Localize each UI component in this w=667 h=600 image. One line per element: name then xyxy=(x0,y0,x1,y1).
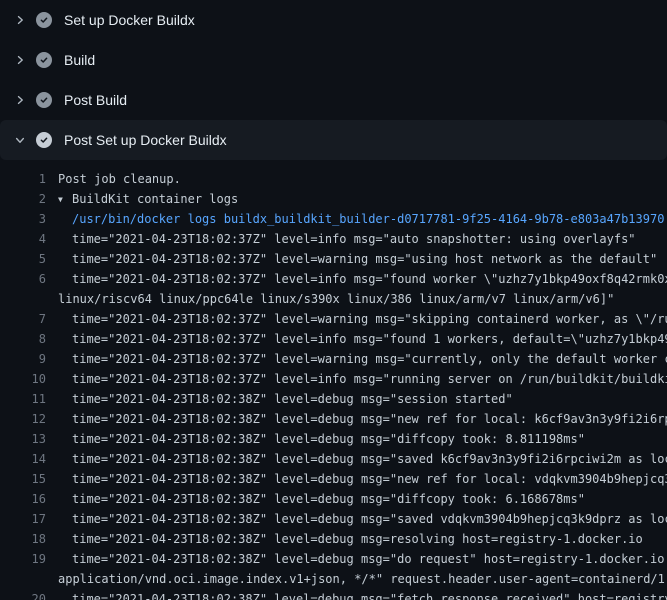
step-label: Set up Docker Buildx xyxy=(64,12,195,28)
step-row-post-build[interactable]: Post Build xyxy=(0,80,667,120)
check-circle-icon xyxy=(36,132,52,148)
log-line: 15 time="2021-04-23T18:02:38Z" level=deb… xyxy=(0,469,667,489)
chevron-right-icon[interactable] xyxy=(12,52,28,68)
step-row-post-set-up-docker-buildx[interactable]: Post Set up Docker Buildx xyxy=(0,120,667,160)
log-line-number[interactable]: 18 xyxy=(0,532,46,546)
log-line-text: time="2021-04-23T18:02:38Z" level=debug … xyxy=(72,412,667,426)
log-line-number[interactable]: 20 xyxy=(0,592,46,600)
log-line-text: /usr/bin/docker logs buildx_buildkit_bui… xyxy=(72,212,664,226)
steps-list: Set up Docker Buildx Build Post Build xyxy=(0,0,667,160)
chevron-right-icon[interactable] xyxy=(12,92,28,108)
log-line-text: time="2021-04-23T18:02:38Z" level=debug … xyxy=(72,512,667,526)
log-line: 13 time="2021-04-23T18:02:38Z" level=deb… xyxy=(0,429,667,449)
log-line-text: time="2021-04-23T18:02:38Z" level=debug … xyxy=(72,392,513,406)
log-line: 7 time="2021-04-23T18:02:37Z" level=warn… xyxy=(0,309,667,329)
log-line: 12 time="2021-04-23T18:02:38Z" level=deb… xyxy=(0,409,667,429)
log-line: application/vnd.oci.image.index.v1+json,… xyxy=(0,569,667,589)
log-line-text: time="2021-04-23T18:02:38Z" level=debug … xyxy=(72,552,667,566)
log-line: 19 time="2021-04-23T18:02:38Z" level=deb… xyxy=(0,549,667,569)
log-line-text: time="2021-04-23T18:02:38Z" level=debug … xyxy=(72,432,585,446)
check-circle-icon xyxy=(36,12,52,28)
log-line-text: Post job cleanup. xyxy=(58,172,181,186)
log-line: 8 time="2021-04-23T18:02:37Z" level=info… xyxy=(0,329,667,349)
log-line-number[interactable]: 11 xyxy=(0,392,46,406)
log-line-number[interactable]: 8 xyxy=(0,332,46,346)
log-line-text: time="2021-04-23T18:02:38Z" level=debug … xyxy=(72,592,667,600)
step-label: Build xyxy=(64,52,95,68)
log-line-text: application/vnd.oci.image.index.v1+json,… xyxy=(58,572,667,586)
log-line: 11 time="2021-04-23T18:02:38Z" level=deb… xyxy=(0,389,667,409)
log-line-number[interactable]: 19 xyxy=(0,552,46,566)
log-line: 4 time="2021-04-23T18:02:37Z" level=info… xyxy=(0,229,667,249)
log-line-text: time="2021-04-23T18:02:38Z" level=debug … xyxy=(72,472,667,486)
chevron-down-icon[interactable] xyxy=(12,132,28,148)
log-line-number[interactable]: 7 xyxy=(0,312,46,326)
log-line: 2 ▼ BuildKit container logs xyxy=(0,189,667,209)
log-line-text: time="2021-04-23T18:02:37Z" level=info m… xyxy=(72,272,667,286)
log-line-text: time="2021-04-23T18:02:38Z" level=debug … xyxy=(72,492,585,506)
log-area: 1 Post job cleanup. 2 ▼ BuildKit contain… xyxy=(0,160,667,600)
group-collapse-triangle-icon[interactable]: ▼ xyxy=(58,195,72,204)
log-line-number[interactable]: 17 xyxy=(0,512,46,526)
check-circle-icon xyxy=(36,52,52,68)
chevron-right-icon[interactable] xyxy=(12,12,28,28)
log-line-number[interactable]: 2 xyxy=(0,192,46,206)
log-line-number[interactable]: 15 xyxy=(0,472,46,486)
log-line: 14 time="2021-04-23T18:02:38Z" level=deb… xyxy=(0,449,667,469)
log-line-number[interactable]: 6 xyxy=(0,272,46,286)
log-line: 5 time="2021-04-23T18:02:37Z" level=warn… xyxy=(0,249,667,269)
log-line: 1 Post job cleanup. xyxy=(0,169,667,189)
log-line: 20 time="2021-04-23T18:02:38Z" level=deb… xyxy=(0,589,667,600)
log-line-number[interactable]: 5 xyxy=(0,252,46,266)
log-line-text: time="2021-04-23T18:02:37Z" level=warnin… xyxy=(72,252,657,266)
log-line-number[interactable]: 4 xyxy=(0,232,46,246)
log-line-text: time="2021-04-23T18:02:37Z" level=info m… xyxy=(72,372,667,386)
log-line-text: time="2021-04-23T18:02:37Z" level=info m… xyxy=(72,232,636,246)
log-line-number[interactable]: 10 xyxy=(0,372,46,386)
log-line-text: time="2021-04-23T18:02:37Z" level=warnin… xyxy=(72,352,667,366)
log-line-number[interactable]: 13 xyxy=(0,432,46,446)
step-row-build[interactable]: Build xyxy=(0,40,667,80)
step-label: Post Set up Docker Buildx xyxy=(64,132,227,148)
step-label: Post Build xyxy=(64,92,127,108)
log-line-text: linux/riscv64 linux/ppc64le linux/s390x … xyxy=(58,292,614,306)
log-line-number[interactable]: 16 xyxy=(0,492,46,506)
step-row-set-up-docker-buildx[interactable]: Set up Docker Buildx xyxy=(0,0,667,40)
log-line-number[interactable]: 14 xyxy=(0,452,46,466)
log-line: 3 /usr/bin/docker logs buildx_buildkit_b… xyxy=(0,209,667,229)
log-line: 17 time="2021-04-23T18:02:38Z" level=deb… xyxy=(0,509,667,529)
log-line: 9 time="2021-04-23T18:02:37Z" level=warn… xyxy=(0,349,667,369)
log-line-number[interactable]: 12 xyxy=(0,412,46,426)
log-line-text: time="2021-04-23T18:02:38Z" level=debug … xyxy=(72,452,667,466)
log-line: linux/riscv64 linux/ppc64le linux/s390x … xyxy=(0,289,667,309)
check-circle-icon xyxy=(36,92,52,108)
log-line: 6 time="2021-04-23T18:02:37Z" level=info… xyxy=(0,269,667,289)
log-line-text: time="2021-04-23T18:02:37Z" level=info m… xyxy=(72,332,667,346)
log-line: 10 time="2021-04-23T18:02:37Z" level=inf… xyxy=(0,369,667,389)
log-line-text: time="2021-04-23T18:02:37Z" level=warnin… xyxy=(72,312,667,326)
log-line: 18 time="2021-04-23T18:02:38Z" level=deb… xyxy=(0,529,667,549)
log-line-number[interactable]: 1 xyxy=(0,172,46,186)
log-line-text: BuildKit container logs xyxy=(72,192,238,206)
log-line-number[interactable]: 3 xyxy=(0,212,46,226)
log-line-number[interactable]: 9 xyxy=(0,352,46,366)
log-line-text: time="2021-04-23T18:02:38Z" level=debug … xyxy=(72,532,643,546)
log-line: 16 time="2021-04-23T18:02:38Z" level=deb… xyxy=(0,489,667,509)
